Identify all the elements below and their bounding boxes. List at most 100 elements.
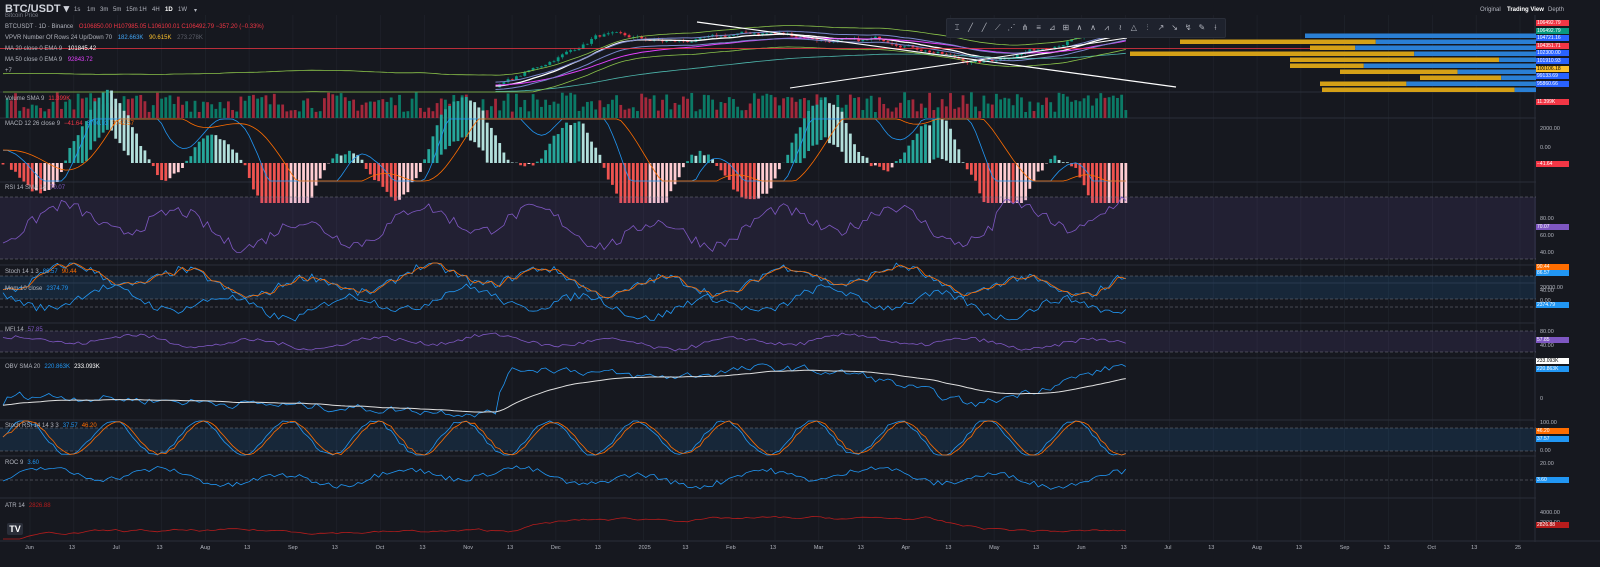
pane-legend-rsi[interactable]: RSI 14 SMA 14 70.07	[5, 185, 69, 191]
bollinger-lower[interactable]	[495, 37, 1126, 90]
volume-bar	[1032, 111, 1036, 118]
cursor-icon[interactable]: ⌶	[951, 22, 963, 34]
candle-body	[611, 32, 614, 34]
obv-line[interactable]	[2, 363, 1126, 418]
candle-body	[903, 46, 906, 48]
timeframe-4h[interactable]: 4H	[152, 7, 160, 13]
macd-hist-bar	[890, 163, 894, 168]
pane-legend-mom[interactable]: Mom 10 close 2374.79	[5, 286, 72, 292]
view-tab-trading-view[interactable]: Trading View	[1507, 7, 1544, 13]
volume-bar	[335, 95, 339, 118]
date-tick-label: 13	[1032, 545, 1040, 551]
volume-bar	[1007, 98, 1011, 118]
trend-line-icon[interactable]: ╱	[965, 22, 977, 34]
pane-legend-macd[interactable]: MACD 12 26 close 9 −41.64 3700.93 3742.57	[5, 121, 138, 127]
xabcd-pattern-icon[interactable]: ∧	[1073, 22, 1085, 34]
timeframe-1m[interactable]: 1m	[87, 7, 95, 13]
atr-line[interactable]	[3, 515, 1126, 540]
volume-profile[interactable]	[1130, 33, 1536, 93]
chart-canvas[interactable]	[0, 0, 1600, 567]
pane-legend-stoch[interactable]: Stoch 14 1 3 86.57 90.44	[5, 269, 81, 275]
macd-hist-bar	[761, 163, 765, 194]
timeframe-15m[interactable]: 15m	[126, 7, 138, 13]
macd-hist-bar	[18, 163, 22, 178]
ray-icon[interactable]: ╱	[978, 22, 990, 34]
cycle-lines-icon[interactable]: ⫶	[1141, 22, 1153, 34]
timeframe-more-icon[interactable]: ▾	[194, 7, 197, 14]
long-position-icon[interactable]: ↗	[1155, 22, 1167, 34]
ma50-legend[interactable]: MA 50 close 0 EMA 9 92843.72	[5, 57, 97, 63]
price-label: 100106.18	[1536, 65, 1569, 72]
more-indicators-toggle[interactable]: +7	[5, 68, 12, 74]
volume-bar	[949, 93, 952, 118]
timeframe-5m[interactable]: 5m	[113, 7, 121, 13]
elliott-wave-icon[interactable]: ≀	[1114, 22, 1126, 34]
gann-box-icon[interactable]: ⊞	[1060, 22, 1072, 34]
parallel-channel-icon[interactable]: ⋰	[1005, 22, 1017, 34]
macd-hist-bar	[686, 161, 689, 163]
macd-hist-bar	[832, 104, 836, 145]
fib-fan-icon[interactable]: ⊿	[1046, 22, 1058, 34]
macd-hist-bar	[807, 111, 810, 152]
pane-legend-roc[interactable]: ROC 9 3.60	[5, 460, 43, 466]
extended-line-icon[interactable]: ⟋	[992, 22, 1004, 34]
volume-bar	[861, 110, 865, 118]
macd-hist-bar	[594, 147, 598, 163]
macd-hist-bar	[373, 163, 376, 181]
abcd-pattern-icon[interactable]: ∧	[1087, 22, 1099, 34]
macd-hist-bar	[393, 163, 397, 201]
timeframe-1w[interactable]: 1W	[178, 7, 187, 13]
macd-hist-bar	[494, 135, 497, 163]
pane-label: Stoch 14 1 3	[5, 269, 39, 275]
volume-bar	[569, 92, 573, 118]
fib-retracement-icon[interactable]: ≡	[1033, 22, 1045, 34]
ma50-line[interactable]	[495, 37, 1126, 86]
chevron-down-icon[interactable]: ▾	[64, 3, 70, 15]
pitchfork-icon[interactable]: ⋔	[1019, 22, 1031, 34]
view-tab-original[interactable]: Original	[1480, 7, 1501, 13]
volume-bar	[844, 104, 848, 118]
volume-bar	[711, 99, 714, 118]
view-tab-depth[interactable]: Depth	[1548, 7, 1564, 13]
pane-legend-stochrsi[interactable]: Stoch RSI 14 14 3 3 37.57 46.20	[5, 423, 101, 429]
pane-legend-obv[interactable]: OBV SMA 20 220.863K 233.093K	[5, 364, 104, 370]
timeframe-1s[interactable]: 1s	[74, 7, 80, 13]
macd-hist-bar	[485, 122, 489, 163]
ma20-legend[interactable]: MA 20 close 0 EMA 9 101845.42	[5, 46, 100, 52]
pane-legend-mfi[interactable]: MFI 14 57.85	[5, 327, 47, 333]
timeframe-1h[interactable]: 1H	[139, 7, 147, 13]
macd-line[interactable]	[2, 118, 1126, 182]
volume-bar	[247, 95, 251, 118]
short-position-icon[interactable]: ↘	[1169, 22, 1181, 34]
macd-hist-bar	[740, 163, 744, 198]
volume-bar	[919, 103, 923, 118]
volume-bar	[72, 109, 76, 118]
head-shoulders-icon[interactable]: ⩘	[1101, 22, 1113, 34]
pane-legend-volume[interactable]: Volume SMA 9 11.399K	[5, 96, 74, 102]
volume-bar	[498, 110, 502, 118]
measure-icon[interactable]: ⟊	[1209, 22, 1221, 34]
brush-icon[interactable]: ✎	[1196, 22, 1208, 34]
forecast-icon[interactable]: ↯	[1182, 22, 1194, 34]
volume-bars[interactable]	[5, 92, 1128, 118]
macd-hist-bar	[460, 97, 464, 138]
roc-line[interactable]	[2, 465, 1127, 490]
ma20-line[interactable]	[495, 33, 1126, 87]
volume-bar	[732, 99, 735, 118]
obv-sma-line[interactable]	[2, 369, 1126, 413]
date-tick-label: Oct	[375, 545, 385, 551]
chart-workspace[interactable]: BTC/USDT ▾ Bitcoin Price 1s 1m 3m 5m 15m 1H 4H…	[0, 0, 1600, 567]
vpvr-legend[interactable]: VPVR Number Of Rows 24 Up/Down 70 182.66…	[5, 35, 207, 41]
volume-bar	[306, 98, 310, 118]
timeframe-1d[interactable]: 1D	[165, 7, 173, 13]
volume-bar	[707, 95, 710, 118]
timeframe-3m[interactable]: 3m	[100, 7, 108, 13]
macd-hist-bar	[786, 154, 790, 163]
volume-bar	[999, 99, 1003, 118]
volume-bar	[410, 98, 414, 118]
volume-bar	[903, 92, 906, 118]
pane-legend-atr[interactable]: ATR 14 2826.88	[5, 503, 55, 509]
triangle-pattern-icon[interactable]: △	[1128, 22, 1140, 34]
trendline-support[interactable]	[789, 37, 1128, 89]
macd-signal-line[interactable]	[2, 118, 1126, 182]
